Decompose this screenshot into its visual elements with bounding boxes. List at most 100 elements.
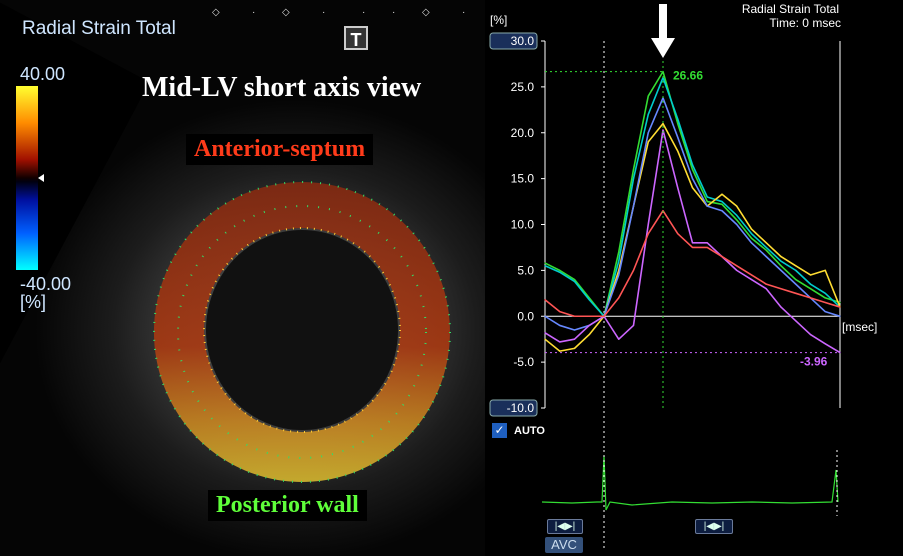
strain-point [750, 237, 753, 239]
strain-point [795, 320, 797, 322]
strain-point [647, 95, 649, 97]
strain-point [839, 301, 841, 304]
strain-point [544, 315, 546, 317]
peak-arrow-icon [651, 4, 675, 58]
strain-point [559, 311, 561, 313]
strain-curve-panel: [%] 30.0 25.0 20.0 15.0 10.0 5.0 0.0 -5.0 -10.0 … [485, 0, 903, 556]
strain-point [647, 223, 649, 226]
text-tool-button[interactable]: T [344, 26, 368, 50]
y-tick-label: 30.0 [511, 34, 535, 48]
avc-button[interactable]: AVC [545, 537, 583, 553]
strain-point [544, 299, 546, 301]
strain-point [559, 341, 561, 343]
strain-point [544, 332, 546, 334]
strain-point [559, 324, 561, 327]
strain-point [809, 274, 812, 276]
strain-point [677, 118, 679, 120]
y-tick-label: -5.0 [513, 355, 534, 369]
strain-point [780, 269, 782, 271]
strain-point [795, 278, 797, 281]
strain-point [691, 168, 694, 171]
strain-point [647, 141, 649, 143]
strain-point [765, 283, 767, 285]
strain-point [573, 315, 576, 317]
strain-point [824, 343, 826, 345]
strain-point [706, 200, 708, 203]
cycle-select-button[interactable]: |◀▶| [695, 519, 733, 534]
strain-point [588, 324, 590, 327]
strain-point [795, 265, 797, 267]
strain-colorbar [16, 86, 38, 270]
strain-point [736, 265, 738, 267]
strain-point [765, 288, 767, 290]
strain-point [780, 306, 782, 308]
prev-cycle-button[interactable]: |◀▶| [547, 519, 583, 534]
depth-marker-row: ◇ · ◇ · · · ◇ · [212, 7, 466, 18]
strain-point [647, 233, 649, 235]
strain-point [559, 350, 561, 352]
chart-title: Radial Strain Total [741, 2, 839, 16]
y-tick-label: 5.0 [517, 263, 534, 277]
strain-point [809, 297, 812, 299]
y-tick-label: 0.0 [517, 309, 534, 323]
strain-point [588, 299, 590, 301]
strain-point [809, 288, 812, 290]
y-unit-label: [%] [490, 13, 507, 27]
strain-point [780, 260, 782, 262]
y-tick-label: 15.0 [511, 172, 535, 186]
auto-checkbox[interactable]: ✓ [492, 423, 507, 438]
posterior-wall-label: Posterior wall [208, 490, 367, 521]
strain-point [839, 315, 841, 317]
lv-cavity [206, 230, 398, 430]
strain-point [588, 334, 590, 336]
strain-point [780, 265, 782, 267]
strain-point [750, 274, 753, 276]
strain-point [780, 288, 782, 290]
strain-point [588, 315, 590, 317]
strain-point [618, 251, 620, 253]
strain-point [573, 278, 576, 281]
strain-point [736, 214, 738, 216]
scale-unit-label: [%] [20, 292, 47, 312]
strain-point [795, 283, 797, 285]
strain-point [691, 187, 694, 189]
strain-point [544, 265, 546, 267]
strain-point [824, 311, 826, 313]
strain-point [824, 297, 826, 299]
strain-point [765, 249, 767, 251]
strain-point [750, 228, 753, 230]
strain-point [780, 256, 782, 258]
strain-point [632, 324, 635, 327]
strain-point [721, 256, 723, 258]
strain-point [662, 122, 664, 125]
y-tick-label: 20.0 [511, 126, 535, 140]
strain-point [809, 283, 812, 285]
strain-point [691, 178, 694, 180]
strain-point [824, 269, 826, 271]
strain-point [721, 193, 723, 195]
strain-point [677, 187, 679, 189]
strain-point [573, 329, 576, 331]
strain-point [706, 242, 708, 244]
strain-point [618, 297, 620, 299]
y-tick-label: 10.0 [511, 218, 535, 232]
time-readout: Time: 0 msec [769, 16, 841, 30]
strain-point [677, 233, 679, 235]
strain-point [839, 306, 841, 308]
view-label: Mid-LV short axis view [142, 72, 422, 103]
strain-point [618, 260, 620, 262]
strain-point [632, 178, 635, 180]
strain-point [750, 242, 753, 244]
strain-point [721, 210, 723, 212]
strain-point [795, 269, 797, 271]
min-value-label: -3.96 [800, 355, 828, 369]
strain-point [765, 246, 767, 249]
strain-point [721, 200, 723, 203]
strain-point [824, 301, 826, 304]
auto-label: AUTO [514, 425, 545, 437]
strain-point [662, 129, 664, 131]
colorbar-zero-marker [38, 174, 44, 182]
strain-point [632, 269, 635, 271]
scale-min-block: -40.00 [%] [20, 275, 71, 311]
anterior-septum-label: Anterior-septum [186, 134, 374, 165]
